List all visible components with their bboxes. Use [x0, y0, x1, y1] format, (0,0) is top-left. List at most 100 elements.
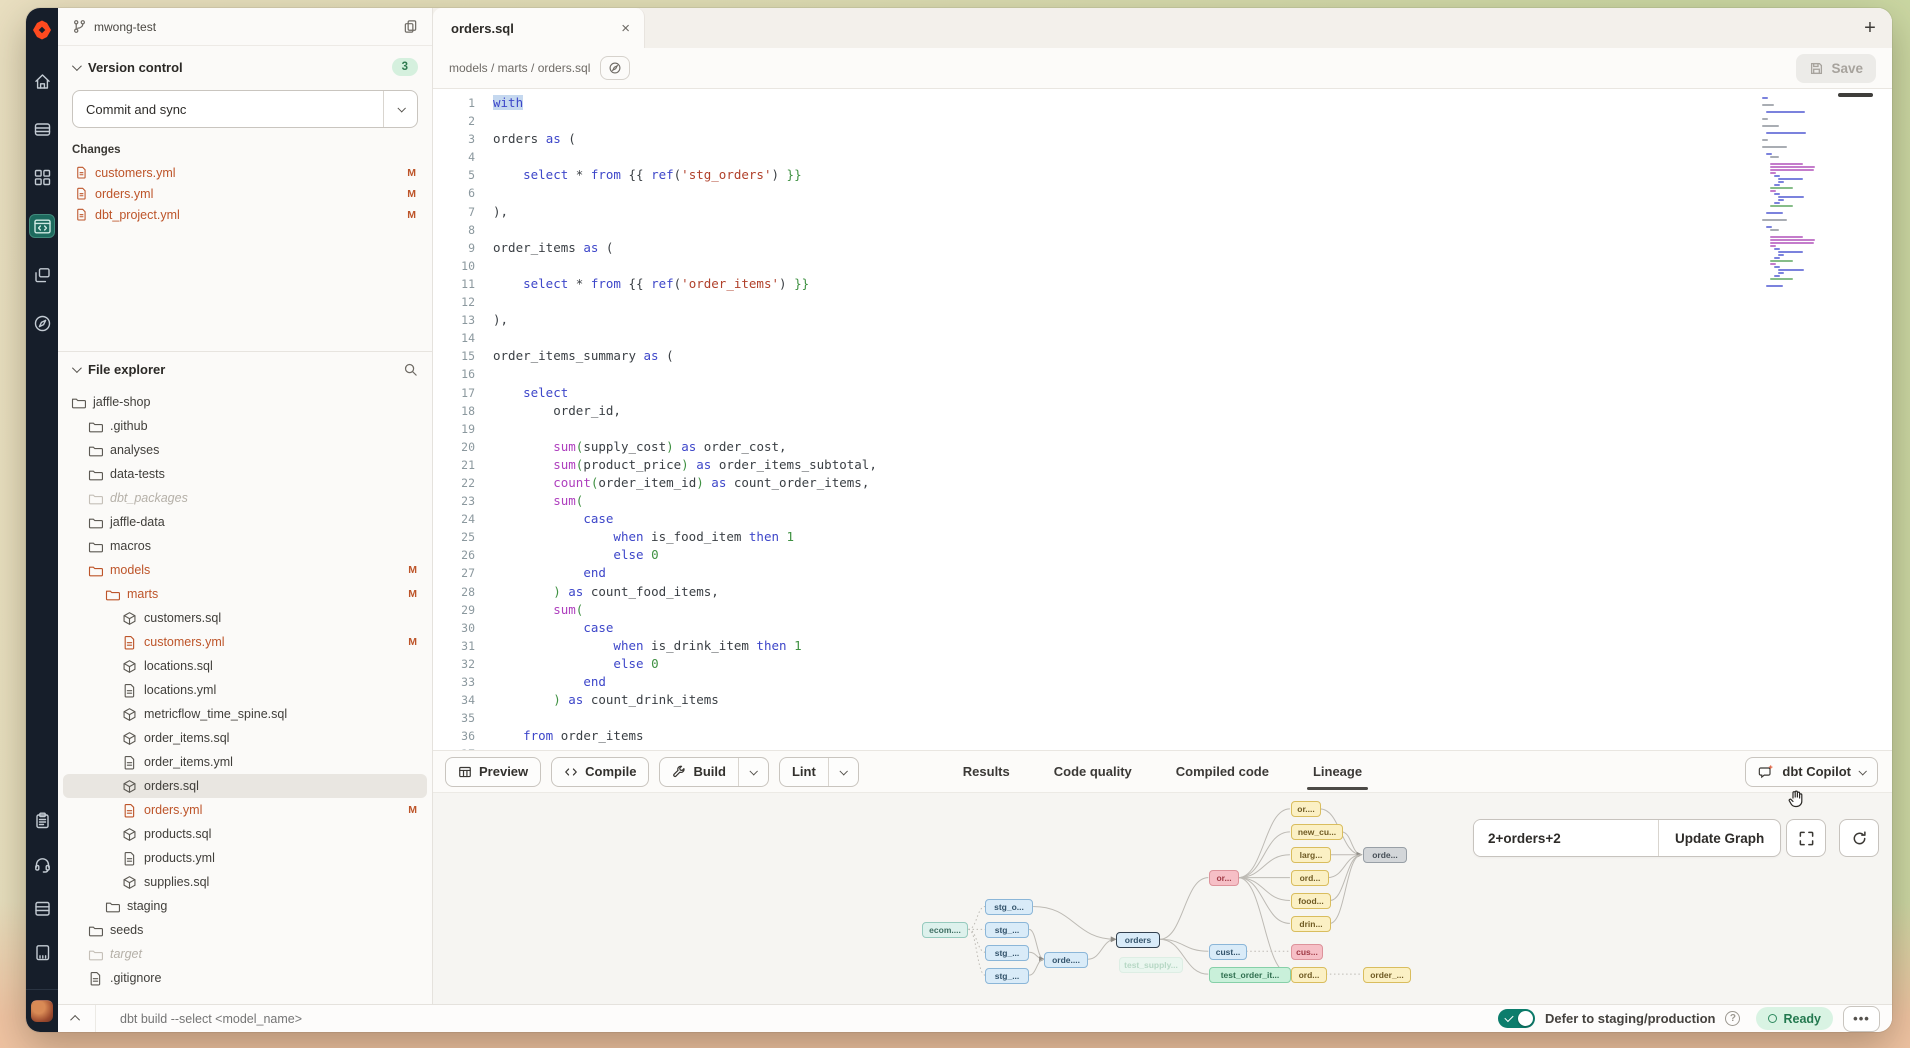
lineage-node-stg3[interactable]: stg_...: [985, 945, 1029, 961]
tab-orders-sql[interactable]: orders.sql ×: [433, 8, 645, 48]
lineage-node-y6[interactable]: drin...: [1291, 916, 1331, 932]
commit-and-sync-button[interactable]: Commit and sync: [72, 90, 418, 128]
changed-file-row[interactable]: dbt_project.ymlM: [58, 204, 432, 225]
tree-item-target[interactable]: target: [63, 942, 427, 966]
nav-rail-item-windows[interactable]: [31, 264, 53, 286]
nav-rail-item-clipboard[interactable]: [31, 809, 53, 831]
lineage-node-y4[interactable]: ord...: [1291, 870, 1329, 886]
lineage-node-orde1[interactable]: orde....: [1044, 952, 1088, 968]
save-button[interactable]: Save: [1796, 54, 1876, 83]
fullscreen-button[interactable]: [1786, 819, 1826, 857]
build-dropdown-toggle[interactable]: [738, 758, 768, 786]
result-tab-code-quality[interactable]: Code quality: [1052, 753, 1134, 790]
file-explorer-header[interactable]: File explorer: [58, 352, 432, 386]
lineage-node-ordy[interactable]: ord...: [1291, 967, 1327, 983]
tree-item--gitignore[interactable]: .gitignore: [63, 966, 427, 990]
lineage-node-stg1[interactable]: stg_o...: [985, 899, 1033, 915]
tree-item-jaffle-data[interactable]: jaffle-data: [63, 510, 427, 534]
tree-item-seeds[interactable]: seeds: [63, 918, 427, 942]
result-tab-results[interactable]: Results: [961, 753, 1012, 790]
nav-rail-item-home[interactable]: [31, 70, 53, 92]
nav-rail-item-explore-compass[interactable]: [31, 312, 53, 334]
code-editor[interactable]: 1with23orders as (45 select * from {{ re…: [433, 89, 1892, 750]
result-tab-lineage[interactable]: Lineage: [1311, 753, 1364, 790]
dbt-copilot-button[interactable]: dbt Copilot: [1745, 757, 1878, 787]
close-icon[interactable]: ×: [621, 21, 630, 36]
tree-item-metricflow-time-spine-sql[interactable]: metricflow_time_spine.sql: [63, 702, 427, 726]
lineage-node-cust[interactable]: cust...: [1209, 944, 1247, 960]
lineage-node-tord[interactable]: test_order_it...: [1209, 967, 1291, 983]
refresh-button[interactable]: [1839, 819, 1879, 857]
nav-rail-item-projects-drawer[interactable]: [31, 118, 53, 140]
nav-rail-item-code-editor[interactable]: [29, 214, 55, 238]
tree-item-locations-sql[interactable]: locations.sql: [63, 654, 427, 678]
compile-button[interactable]: Compile: [551, 757, 649, 787]
new-tab-button[interactable]: +: [1848, 8, 1892, 48]
user-avatar[interactable]: [31, 1000, 53, 1022]
build-button[interactable]: Build: [659, 757, 769, 787]
lineage-selector-input[interactable]: [1474, 820, 1658, 856]
defer-toggle[interactable]: [1498, 1009, 1535, 1028]
minimap[interactable]: [1762, 97, 1839, 288]
lineage-node-y1[interactable]: or....: [1291, 801, 1321, 817]
tree-item-orders-yml[interactable]: orders.ymlM: [63, 798, 427, 822]
tree-item-products-sql[interactable]: products.sql: [63, 822, 427, 846]
open-lineage-button[interactable]: [600, 56, 630, 80]
tree-item-orders-sql[interactable]: orders.sql: [63, 774, 427, 798]
overflow-menu-button[interactable]: •••: [1843, 1006, 1880, 1032]
lineage-node-y3[interactable]: larg...: [1291, 847, 1331, 863]
tree-item-data-tests[interactable]: data-tests: [63, 462, 427, 486]
code-text: select * from {{ ref('order_items') }}: [475, 275, 809, 293]
version-control-header[interactable]: Version control 3: [58, 46, 432, 84]
lineage-node-stg2[interactable]: stg_...: [985, 922, 1029, 938]
lint-button[interactable]: Lint: [779, 757, 859, 787]
tree-item-locations-yml[interactable]: locations.yml: [63, 678, 427, 702]
lineage-node-ordy2[interactable]: order_...: [1363, 967, 1411, 983]
lineage-node-ecom[interactable]: ecom....: [922, 922, 968, 938]
expand-command-bar-button[interactable]: [58, 1005, 96, 1032]
lineage-node-y5[interactable]: food...: [1291, 893, 1331, 909]
preview-button[interactable]: Preview: [445, 757, 541, 787]
result-tab-compiled-code[interactable]: Compiled code: [1174, 753, 1271, 790]
lineage-node-y2[interactable]: new_cu...: [1291, 824, 1343, 840]
lineage-panel[interactable]: ecom....stg_o...stg_...stg_...stg_...ord…: [433, 792, 1892, 1004]
line-number: 5: [433, 166, 475, 184]
tree-item-customers-yml[interactable]: customers.ymlM: [63, 630, 427, 654]
search-icon[interactable]: [403, 362, 418, 377]
tree-item-marts[interactable]: martsM: [63, 582, 427, 606]
scrollbar-thumb[interactable]: [1838, 93, 1873, 97]
nav-rail-item-headset[interactable]: [31, 853, 53, 875]
branch-name[interactable]: mwong-test: [94, 20, 156, 34]
tree-item-jaffle-shop[interactable]: jaffle-shop: [63, 390, 427, 414]
lineage-node-gord[interactable]: orde...: [1363, 847, 1407, 863]
info-icon[interactable]: ?: [1725, 1011, 1740, 1026]
tree-item-order-items-sql[interactable]: order_items.sql: [63, 726, 427, 750]
tree-item-supplies-sql[interactable]: supplies.sql: [63, 870, 427, 894]
lint-dropdown-toggle[interactable]: [828, 758, 858, 786]
tree-item-products-yml[interactable]: products.yml: [63, 846, 427, 870]
dbt-command-input[interactable]: [120, 1012, 720, 1026]
tree-item-customers-sql[interactable]: customers.sql: [63, 606, 427, 630]
minimap-line: [1762, 281, 1839, 284]
lineage-node-cusp[interactable]: cus...: [1291, 944, 1323, 960]
lineage-node-orp[interactable]: or...: [1209, 870, 1239, 886]
tree-item-order-items-yml[interactable]: order_items.yml: [63, 750, 427, 774]
copy-icon[interactable]: [403, 19, 418, 34]
tree-item-macros[interactable]: macros: [63, 534, 427, 558]
commit-dropdown-toggle[interactable]: [383, 91, 417, 127]
lineage-node-tsup[interactable]: test_supply...: [1119, 957, 1183, 973]
dbt-logo[interactable]: [26, 8, 58, 52]
tree-item-staging[interactable]: staging: [63, 894, 427, 918]
lineage-node-stg4[interactable]: stg_...: [985, 968, 1029, 984]
nav-rail-item-apps-grid[interactable]: [31, 166, 53, 188]
changed-file-row[interactable]: customers.ymlM: [58, 162, 432, 183]
tree-item--github[interactable]: .github: [63, 414, 427, 438]
nav-rail-item-notebook[interactable]: [31, 941, 53, 963]
nav-rail-item-archive[interactable]: [31, 897, 53, 919]
tree-item-analyses[interactable]: analyses: [63, 438, 427, 462]
tree-item-models[interactable]: modelsM: [63, 558, 427, 582]
changed-file-row[interactable]: orders.ymlM: [58, 183, 432, 204]
update-graph-button[interactable]: Update Graph: [1658, 820, 1780, 856]
lineage-node-orders[interactable]: orders: [1116, 932, 1160, 948]
tree-item-dbt-packages[interactable]: dbt_packages: [63, 486, 427, 510]
